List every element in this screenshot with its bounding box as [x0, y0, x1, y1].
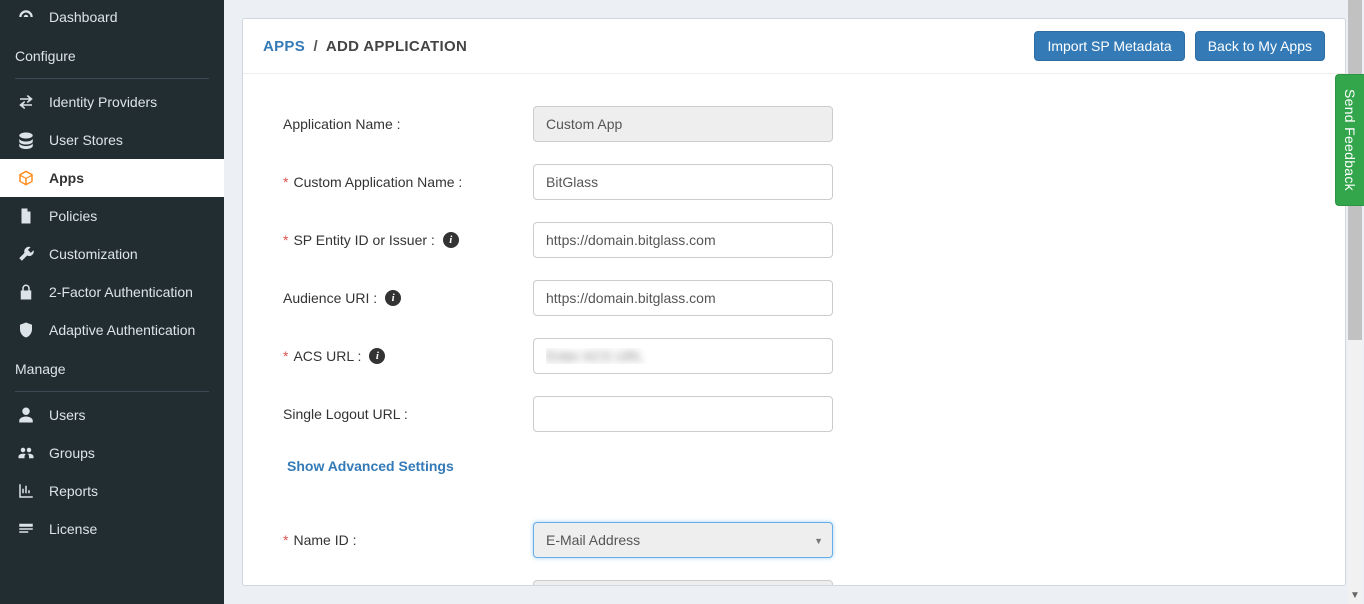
- row-sp-entity-id: * SP Entity ID or Issuer :: [283, 222, 1305, 258]
- required-mark: *: [283, 532, 288, 548]
- label-sp-entity-id: * SP Entity ID or Issuer :: [283, 232, 533, 248]
- label-text: Application Name :: [283, 116, 401, 132]
- nav-item-label: User Stores: [49, 132, 123, 148]
- sidebar: Dashboard Configure Identity Providers U…: [0, 0, 224, 604]
- label-name-id: * Name ID :: [283, 532, 533, 548]
- nav-item-label: 2-Factor Authentication: [49, 284, 193, 300]
- wrench-icon: [15, 245, 37, 263]
- row-custom-app-name: * Custom Application Name :: [283, 164, 1305, 200]
- lock-icon: [15, 283, 37, 301]
- nav-item-label: Identity Providers: [49, 94, 157, 110]
- database-icon: [15, 131, 37, 149]
- name-id-select[interactable]: [533, 522, 833, 558]
- cube-icon: [15, 169, 37, 187]
- row-name-id: * Name ID :: [283, 522, 1305, 558]
- sidebar-section-manage: Manage: [0, 349, 224, 389]
- single-logout-url-input[interactable]: [533, 396, 833, 432]
- import-sp-metadata-button[interactable]: Import SP Metadata: [1034, 31, 1184, 61]
- audience-uri-input[interactable]: [533, 280, 833, 316]
- panel-body: Application Name : * Custom Application …: [243, 74, 1345, 585]
- label-text: SP Entity ID or Issuer :: [293, 232, 434, 248]
- main: APPS / ADD APPLICATION Import SP Metadat…: [224, 0, 1364, 604]
- row-single-logout-url: Single Logout URL :: [283, 396, 1305, 432]
- nav-item-user-stores[interactable]: User Stores: [0, 121, 224, 159]
- nav-item-label: License: [49, 521, 97, 537]
- nav-item-reports[interactable]: Reports: [0, 472, 224, 510]
- row-nameid-format: NameID Format:: [283, 580, 1305, 585]
- label-custom-app-name: * Custom Application Name :: [283, 174, 533, 190]
- info-icon[interactable]: [385, 290, 401, 306]
- chart-icon: [15, 482, 37, 500]
- sp-entity-id-input[interactable]: [533, 222, 833, 258]
- info-icon[interactable]: [369, 348, 385, 364]
- nav-item-customization[interactable]: Customization: [0, 235, 224, 273]
- label-application-name: Application Name :: [283, 116, 533, 132]
- breadcrumb-current: ADD APPLICATION: [326, 38, 467, 55]
- custom-app-name-input[interactable]: [533, 164, 833, 200]
- nav-item-adaptive-auth[interactable]: Adaptive Authentication: [0, 311, 224, 349]
- nav-item-label: Apps: [49, 170, 84, 186]
- acs-url-input[interactable]: [533, 338, 833, 374]
- nav-item-identity-providers[interactable]: Identity Providers: [0, 83, 224, 121]
- nav-item-label: Users: [49, 407, 86, 423]
- scrollbar-down-arrow[interactable]: ▼: [1350, 590, 1360, 600]
- required-mark: *: [283, 348, 288, 364]
- required-mark: *: [283, 232, 288, 248]
- breadcrumb: APPS / ADD APPLICATION: [263, 38, 467, 55]
- required-mark: *: [283, 174, 288, 190]
- nav-item-label: Dashboard: [49, 9, 118, 25]
- label-text: Single Logout URL :: [283, 406, 408, 422]
- row-audience-uri: Audience URI :: [283, 280, 1305, 316]
- panel-header: APPS / ADD APPLICATION Import SP Metadat…: [243, 19, 1345, 74]
- application-name-input: [533, 106, 833, 142]
- back-to-my-apps-button[interactable]: Back to My Apps: [1195, 31, 1325, 61]
- nav-item-2fa[interactable]: 2-Factor Authentication: [0, 273, 224, 311]
- nav-item-label: Groups: [49, 445, 95, 461]
- breadcrumb-sep: /: [310, 38, 322, 55]
- nav-item-label: Adaptive Authentication: [49, 322, 195, 338]
- nav-item-label: Reports: [49, 483, 98, 499]
- label-text: ACS URL :: [293, 348, 361, 364]
- header-buttons: Import SP Metadata Back to My Apps: [1034, 31, 1325, 61]
- sidebar-divider: [15, 78, 209, 79]
- panel: APPS / ADD APPLICATION Import SP Metadat…: [242, 18, 1346, 586]
- label-single-logout-url: Single Logout URL :: [283, 406, 533, 422]
- nav-item-license[interactable]: License: [0, 510, 224, 548]
- content-wrap: APPS / ADD APPLICATION Import SP Metadat…: [224, 0, 1364, 604]
- send-feedback-tab[interactable]: Send Feedback: [1335, 74, 1364, 206]
- sidebar-divider: [15, 391, 209, 392]
- label-acs-url: * ACS URL :: [283, 348, 533, 364]
- row-application-name: Application Name :: [283, 106, 1305, 142]
- nav-item-label: Policies: [49, 208, 97, 224]
- show-advanced-settings-link[interactable]: Show Advanced Settings: [287, 458, 454, 474]
- nav-item-apps[interactable]: Apps: [0, 159, 224, 197]
- label-text: Custom Application Name :: [293, 174, 462, 190]
- swap-icon: [15, 93, 37, 111]
- nameid-format-select[interactable]: [533, 580, 833, 585]
- label-text: Audience URI :: [283, 290, 377, 306]
- row-acs-url: * ACS URL :: [283, 338, 1305, 374]
- label-audience-uri: Audience URI :: [283, 290, 533, 306]
- document-icon: [15, 207, 37, 225]
- users-icon: [15, 444, 37, 462]
- label-text: Name ID :: [293, 532, 356, 548]
- nav-item-users[interactable]: Users: [0, 396, 224, 434]
- sidebar-section-configure: Configure: [0, 36, 224, 76]
- info-icon[interactable]: [443, 232, 459, 248]
- nav-item-policies[interactable]: Policies: [0, 197, 224, 235]
- shield-icon: [15, 321, 37, 339]
- nav-item-dashboard[interactable]: Dashboard: [0, 0, 224, 36]
- dashboard-icon: [15, 8, 37, 26]
- nav-item-label: Customization: [49, 246, 138, 262]
- nav-item-groups[interactable]: Groups: [0, 434, 224, 472]
- breadcrumb-apps[interactable]: APPS: [263, 38, 305, 55]
- license-icon: [15, 520, 37, 538]
- user-icon: [15, 406, 37, 424]
